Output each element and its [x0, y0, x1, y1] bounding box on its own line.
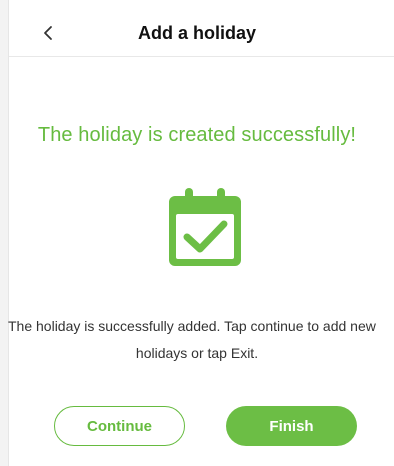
message-line-2: holidays or tap Exit. — [135, 345, 259, 361]
left-edge-frame — [0, 0, 9, 466]
message-line-1: The holiday is successfully added. Tap c… — [8, 318, 376, 334]
page-title: Add a holiday — [137, 23, 256, 43]
calendar-check-icon — [167, 188, 243, 268]
page-header: Add a holiday — [9, 10, 394, 57]
continue-button[interactable]: Continue — [54, 406, 185, 446]
success-heading: The holiday is created successfully! — [37, 124, 357, 146]
finish-button[interactable]: Finish — [226, 406, 357, 446]
success-message: The holiday is successfully added. Tap c… — [8, 313, 394, 367]
